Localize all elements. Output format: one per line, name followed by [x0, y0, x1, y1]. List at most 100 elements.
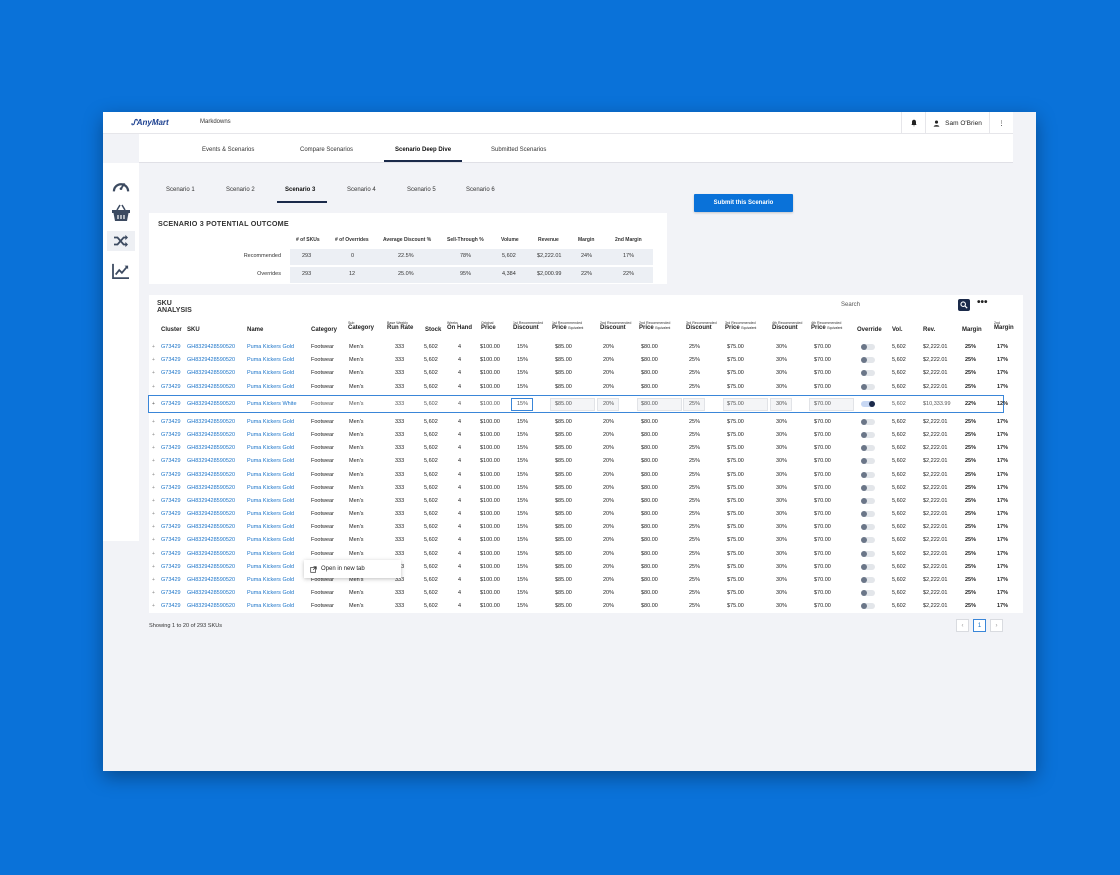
override-toggle[interactable] — [861, 458, 875, 465]
cell-name[interactable]: Puma Kickers Gold — [247, 357, 294, 363]
cell-name[interactable]: Puma Kickers Gold — [247, 458, 294, 464]
table-row[interactable]: +G73429GH8329428590520Puma Kickers GoldF… — [149, 548, 1023, 561]
column-header[interactable]: 3rd Recommended Discount — [686, 321, 717, 331]
tab-scenario-6[interactable]: Scenario 6 — [466, 187, 495, 193]
search-button[interactable] — [958, 299, 970, 311]
override-toggle[interactable] — [861, 344, 875, 350]
column-header[interactable]: SKU — [187, 327, 200, 333]
cell-sku[interactable]: GH8329428590520 — [187, 524, 235, 530]
markdowns-menu-label[interactable]: Markdowns — [200, 119, 231, 125]
cell-name[interactable]: Puma Kickers Gold — [247, 524, 294, 530]
column-header[interactable]: Vol. — [892, 327, 903, 333]
cell-sku[interactable]: GH8329428590520 — [187, 485, 235, 491]
cell-plus[interactable]: + — [152, 432, 155, 438]
cell-cluster[interactable]: G73429 — [161, 498, 181, 504]
table-row[interactable]: +G73429GH8329428590520Puma Kickers GoldF… — [149, 574, 1023, 587]
column-header[interactable]: Category — [311, 327, 337, 333]
override-toggle[interactable] — [861, 357, 875, 364]
cell-sku[interactable]: GH8329428590520 — [187, 511, 235, 517]
table-row[interactable]: +G73429GH8329428590520Puma Kickers GoldF… — [149, 495, 1023, 508]
cell-plus[interactable]: + — [152, 590, 155, 596]
cell-name[interactable]: Puma Kickers Gold — [247, 603, 294, 609]
override-toggle[interactable] — [861, 511, 875, 518]
tab-scenario-4[interactable]: Scenario 4 — [347, 187, 376, 193]
cell-sku[interactable]: GH8329428590520 — [187, 445, 235, 451]
cell-cluster[interactable]: G73429 — [161, 603, 181, 609]
cell-name[interactable]: Puma Kickers Gold — [247, 564, 294, 570]
override-toggle[interactable] — [861, 383, 875, 390]
cell-name[interactable]: Puma Kickers Gold — [247, 498, 294, 504]
column-header[interactable]: 4th Recommended Discount — [772, 321, 802, 331]
cell-sku[interactable]: GH8329428590520 — [187, 432, 235, 438]
column-header[interactable]: 2nd Recommended Discount — [600, 321, 631, 331]
cell-name[interactable]: Puma Kickers Gold — [247, 445, 294, 451]
cell-plus[interactable]: + — [152, 458, 155, 464]
override-toggle[interactable] — [861, 497, 875, 504]
sidebar-item-shuffle[interactable] — [107, 231, 135, 251]
cell-cluster[interactable]: G73429 — [161, 432, 181, 438]
cell-sku[interactable]: GH8329428590520 — [187, 458, 235, 464]
table-row[interactable]: +G73429GH8329428590520Puma Kickers GoldF… — [149, 354, 1023, 367]
table-row[interactable]: +G73429GH8329428590520Puma Kickers GoldF… — [149, 600, 1023, 613]
table-row[interactable]: +G73429GH8329428590520Puma Kickers GoldF… — [149, 482, 1023, 495]
table-row[interactable]: +G73429GH8329428590520Puma Kickers GoldF… — [149, 455, 1023, 468]
submit-scenario-button[interactable]: Submit this Scenario — [694, 194, 793, 212]
table-row[interactable]: +G73429GH8329428590520Puma Kickers GoldF… — [149, 469, 1023, 482]
cell-name[interactable]: Puma Kickers Gold — [247, 590, 294, 596]
cell-sku[interactable]: GH8329428590520 — [187, 537, 235, 543]
table-row[interactable]: +G73429GH8329428590520Puma Kickers GoldF… — [149, 429, 1023, 442]
cell-plus[interactable]: + — [152, 551, 155, 557]
cell-cluster[interactable]: G73429 — [161, 472, 181, 478]
column-header[interactable]: Weeks On Hand — [447, 321, 472, 331]
cell-plus[interactable]: + — [152, 485, 155, 491]
tab-compare-scenarios[interactable]: Compare Scenarios — [300, 147, 353, 153]
cell-name[interactable]: Puma Kickers Gold — [247, 472, 294, 478]
more-options-button[interactable]: ⋮ — [989, 112, 1013, 134]
cell-name[interactable]: Puma Kickers Gold — [247, 511, 294, 517]
cell-plus[interactable]: + — [152, 384, 155, 390]
tab-scenario-5[interactable]: Scenario 5 — [407, 187, 436, 193]
cell-sku[interactable]: GH8329428590520 — [187, 384, 235, 390]
tab-events-scenarios[interactable]: Events & Scenarios — [202, 147, 254, 153]
column-header[interactable]: Original Price — [481, 321, 496, 331]
override-toggle[interactable] — [861, 576, 875, 583]
tab-scenario-3[interactable]: Scenario 3 — [285, 187, 315, 193]
cell-plus[interactable]: + — [152, 577, 155, 583]
anymart-logo[interactable]: ᔑAnyMart — [131, 117, 169, 128]
cell-sku[interactable]: GH8329428590520 — [187, 357, 235, 363]
table-row[interactable]: +G73429GH8329428590520Puma Kickers GoldF… — [149, 587, 1023, 600]
cell-name[interactable]: Puma Kickers White — [247, 401, 297, 407]
cell-sku[interactable]: GH8329428590520 — [187, 551, 235, 557]
next-page-button[interactable]: › — [990, 619, 1003, 632]
cell-cluster[interactable]: G73429 — [161, 445, 181, 451]
page-1-button[interactable]: 1 — [973, 619, 986, 632]
tab-submitted-scenarios[interactable]: Submitted Scenarios — [491, 147, 546, 153]
table-row[interactable]: +G73429GH8329428590520Puma Kickers GoldF… — [149, 534, 1023, 547]
override-toggle[interactable] — [861, 370, 875, 377]
cell-cluster[interactable]: G73429 — [161, 370, 181, 376]
cell-name[interactable]: Puma Kickers Gold — [247, 344, 294, 350]
column-header[interactable]: Rev. — [923, 327, 935, 333]
cell-plus[interactable]: + — [152, 603, 155, 609]
cell-name[interactable]: Puma Kickers Gold — [247, 370, 294, 376]
cell-plus[interactable]: + — [152, 537, 155, 543]
cell-plus[interactable]: + — [152, 524, 155, 530]
cell-cluster[interactable]: G73429 — [161, 577, 181, 583]
cell-sku[interactable]: GH8329428590520 — [187, 577, 235, 583]
override-toggle[interactable] — [861, 550, 875, 557]
cell-plus[interactable]: + — [152, 357, 155, 363]
cell-sku[interactable]: GH8329428590520 — [187, 564, 235, 570]
cell-cluster[interactable]: G73429 — [161, 357, 181, 363]
column-header[interactable]: 1st Recommended Discount — [513, 321, 543, 331]
table-row[interactable]: +G73429GH8329428590520Puma Kickers GoldF… — [149, 508, 1023, 521]
cell-sku[interactable]: GH8329428590520 — [187, 472, 235, 478]
cell-cluster[interactable]: G73429 — [161, 344, 181, 350]
table-row[interactable]: +G73429GH8329428590520Puma Kickers GoldF… — [149, 341, 1023, 354]
cell-plus[interactable]: + — [152, 498, 155, 504]
cell-sku[interactable]: GH8329428590520 — [187, 603, 235, 609]
cell-plus[interactable]: + — [152, 370, 155, 376]
table-row[interactable]: +G73429GH8329428590520Puma Kickers GoldF… — [149, 561, 1023, 574]
cell-name[interactable]: Puma Kickers Gold — [247, 537, 294, 543]
override-toggle[interactable] — [861, 445, 875, 452]
cell-cluster[interactable]: G73429 — [161, 511, 181, 517]
